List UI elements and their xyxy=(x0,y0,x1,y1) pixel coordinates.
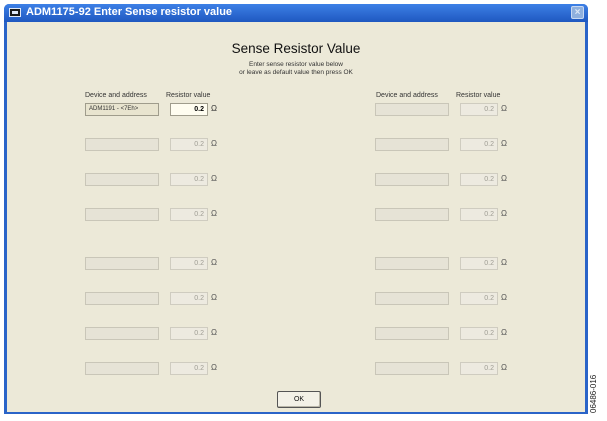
dialog-client-area: Sense Resistor Value Enter sense resisto… xyxy=(7,22,585,412)
right-device-field-4 xyxy=(375,208,449,221)
right-ohm-unit-7: Ω xyxy=(501,328,507,337)
right-ohm-unit-3: Ω xyxy=(501,174,507,183)
left-resistor-input-3[interactable]: 0.2 xyxy=(170,173,208,186)
left-resistor-input-2[interactable]: 0.2 xyxy=(170,138,208,151)
right-resistor-input-6[interactable]: 0.2 xyxy=(460,292,498,305)
left-resistor-input-1[interactable]: 0.2 xyxy=(170,103,208,116)
right-device-column-header: Device and address xyxy=(376,92,438,99)
left-device-field-2 xyxy=(85,138,159,151)
left-resistor-input-5[interactable]: 0.2 xyxy=(170,257,208,270)
right-device-field-5 xyxy=(375,257,449,270)
figure-id: 06486-016 xyxy=(589,374,598,413)
right-resistor-input-2[interactable]: 0.2 xyxy=(460,138,498,151)
right-resistor-input-5[interactable]: 0.2 xyxy=(460,257,498,270)
right-resistor-input-8[interactable]: 0.2 xyxy=(460,362,498,375)
right-resistor-input-7[interactable]: 0.2 xyxy=(460,327,498,340)
right-ohm-unit-4: Ω xyxy=(501,209,507,218)
left-resistor-input-4[interactable]: 0.2 xyxy=(170,208,208,221)
left-resistor-input-7[interactable]: 0.2 xyxy=(170,327,208,340)
right-resistor-input-1[interactable]: 0.2 xyxy=(460,103,498,116)
left-resistor-column-header: Resistor value xyxy=(166,92,211,99)
right-device-field-8 xyxy=(375,362,449,375)
right-ohm-unit-1: Ω xyxy=(501,104,507,113)
right-device-field-2 xyxy=(375,138,449,151)
left-device-field-4 xyxy=(85,208,159,221)
dialog-window: ADM1175-92 Enter Sense resistor value × … xyxy=(4,4,588,414)
right-ohm-unit-2: Ω xyxy=(501,139,507,148)
left-ohm-unit-3: Ω xyxy=(211,174,217,183)
left-device-field-8 xyxy=(85,362,159,375)
right-resistor-column-header: Resistor value xyxy=(456,92,501,99)
right-device-field-7 xyxy=(375,327,449,340)
right-ohm-unit-8: Ω xyxy=(501,363,507,372)
left-device-column-header: Device and address xyxy=(85,92,147,99)
right-device-field-3 xyxy=(375,173,449,186)
right-resistor-input-4[interactable]: 0.2 xyxy=(460,208,498,221)
dialog-heading: Sense Resistor Value xyxy=(231,41,361,56)
left-ohm-unit-6: Ω xyxy=(211,293,217,302)
right-ohm-unit-5: Ω xyxy=(501,258,507,267)
left-ohm-unit-8: Ω xyxy=(211,363,217,372)
ok-button[interactable]: OK xyxy=(277,391,321,408)
left-ohm-unit-2: Ω xyxy=(211,139,217,148)
left-device-field-1: ADM1191 - <7Eh> xyxy=(85,103,159,116)
instruction-line-2: or leave as default value then press OK xyxy=(239,69,353,76)
right-device-field-1 xyxy=(375,103,449,116)
left-device-field-5 xyxy=(85,257,159,270)
left-resistor-input-6[interactable]: 0.2 xyxy=(170,292,208,305)
left-resistor-input-8[interactable]: 0.2 xyxy=(170,362,208,375)
left-device-field-3 xyxy=(85,173,159,186)
left-device-field-7 xyxy=(85,327,159,340)
app-icon xyxy=(9,8,21,17)
left-ohm-unit-4: Ω xyxy=(211,209,217,218)
instruction-line-1: Enter sense resistor value below xyxy=(249,61,343,68)
right-device-field-6 xyxy=(375,292,449,305)
left-ohm-unit-1: Ω xyxy=(211,104,217,113)
left-ohm-unit-7: Ω xyxy=(211,328,217,337)
right-resistor-input-3[interactable]: 0.2 xyxy=(460,173,498,186)
left-ohm-unit-5: Ω xyxy=(211,258,217,267)
left-device-field-6 xyxy=(85,292,159,305)
close-button[interactable]: × xyxy=(571,6,584,19)
window-title: ADM1175-92 Enter Sense resistor value xyxy=(26,6,233,18)
title-bar[interactable]: ADM1175-92 Enter Sense resistor value × xyxy=(4,4,588,22)
right-ohm-unit-6: Ω xyxy=(501,293,507,302)
